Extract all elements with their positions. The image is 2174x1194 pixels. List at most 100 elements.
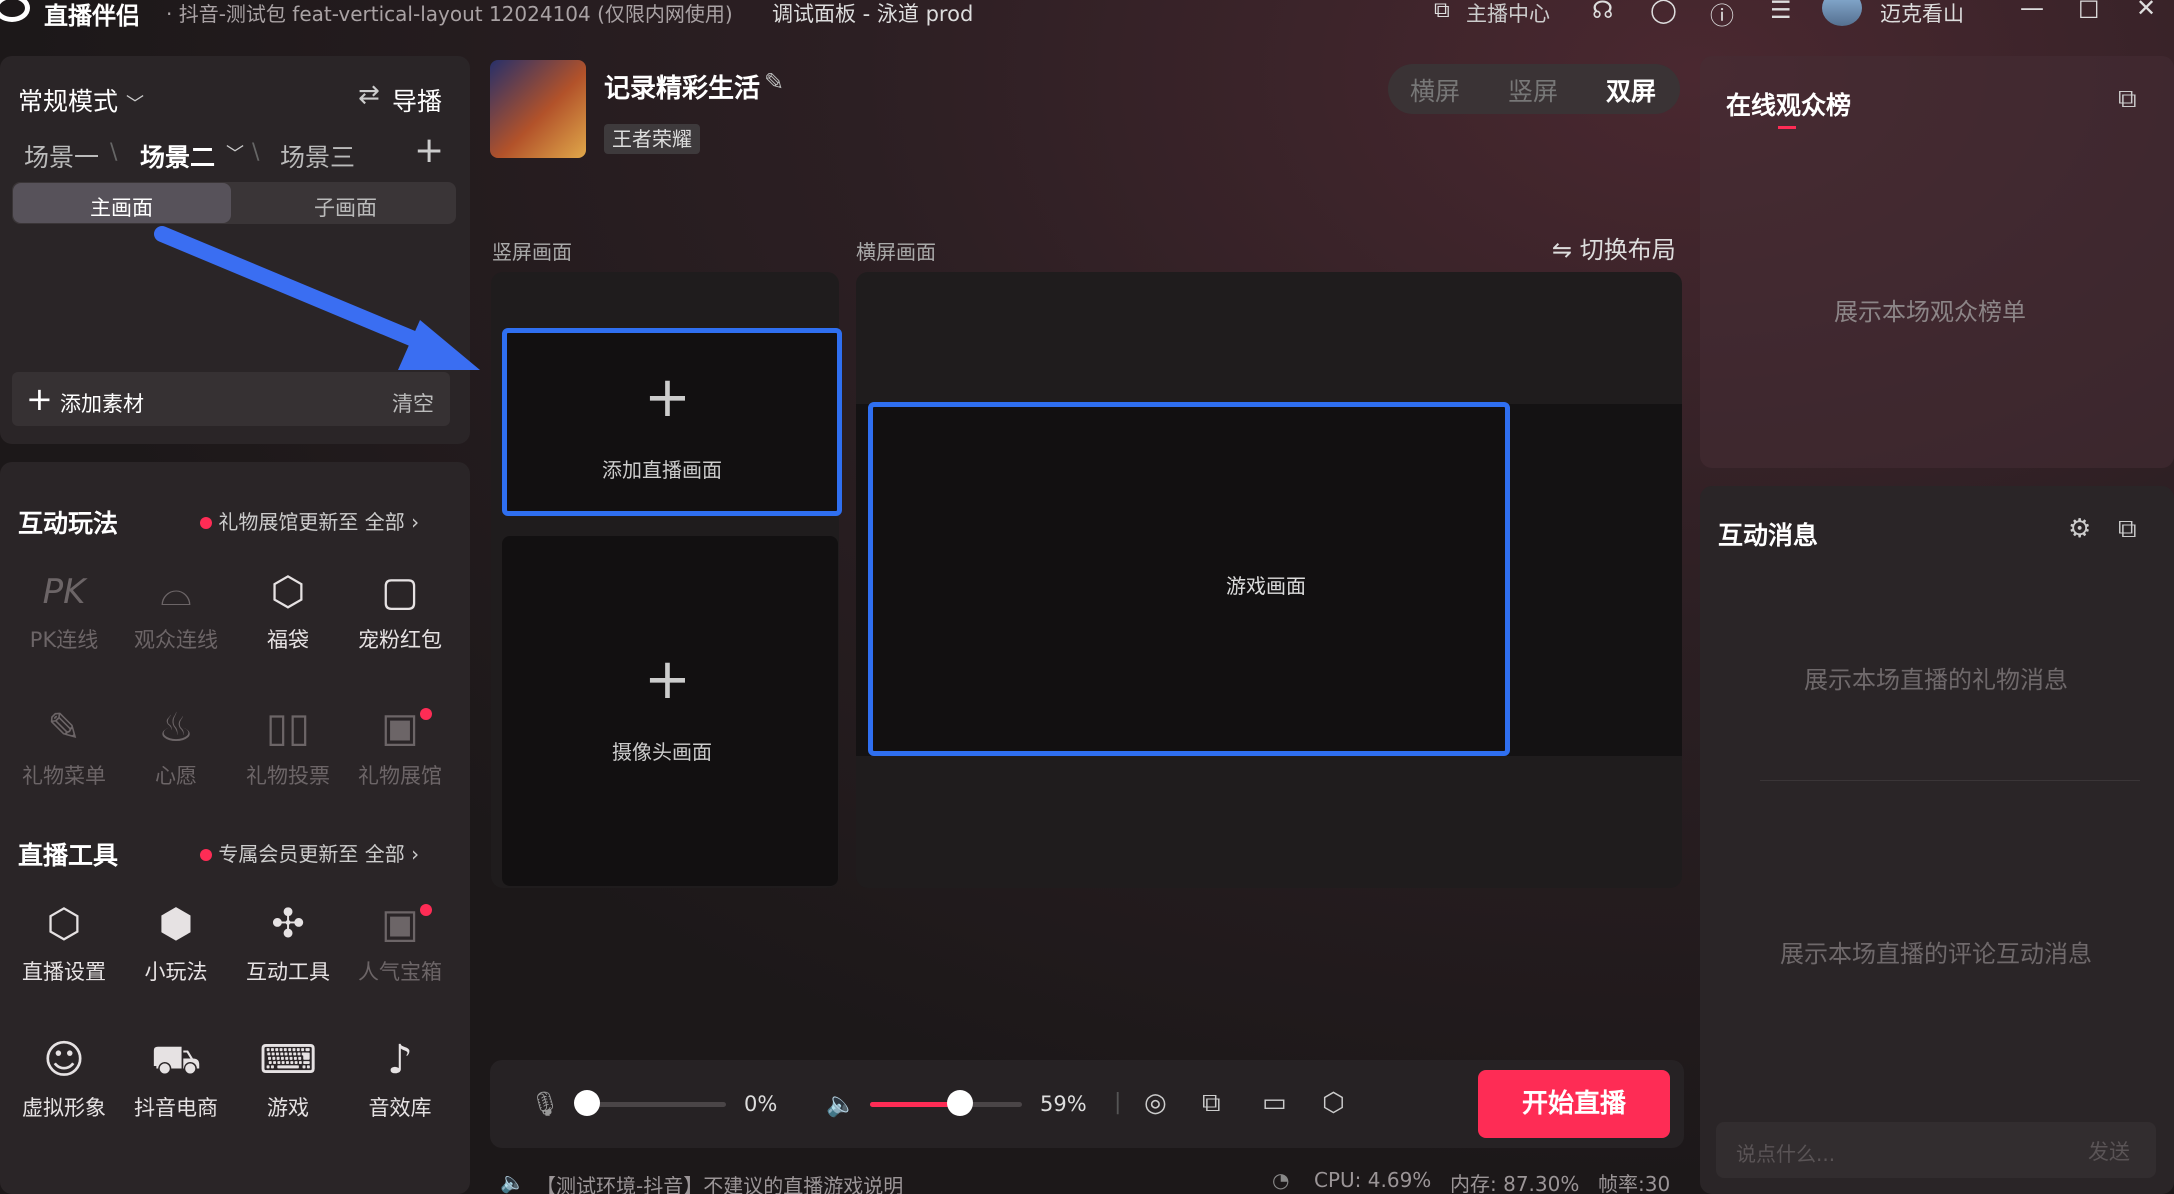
tab-landscape[interactable]: 横屏 [1410, 72, 1460, 108]
scene-chevron-icon[interactable]: ﹀ [226, 140, 244, 166]
tool-live-settings[interactable]: ⬡ 直播设置 [14, 900, 114, 986]
speaker-volume-value: 59% [1040, 1092, 1087, 1116]
gamepad-icon: ⌨ [259, 1037, 317, 1083]
send-button[interactable]: 发送 [2088, 1136, 2130, 1166]
start-live-button[interactable]: 开始直播 [1478, 1070, 1670, 1138]
tool-label: 福袋 [267, 628, 309, 652]
headset-icon[interactable]: ☊ [1592, 0, 1613, 24]
speaker-volume-knob[interactable] [946, 1090, 973, 1116]
horizontal-label: 横屏画面 [856, 240, 936, 264]
cpu-usage: CPU: 4.69% [1314, 1168, 1432, 1192]
gift-gallery-icon: ▣ [381, 705, 419, 751]
tool-red-packet[interactable]: ▢ 宠粉红包 [350, 568, 450, 654]
game-screen-slot[interactable] [868, 402, 1510, 756]
tool-ecommerce[interactable]: ⛟ 抖音电商 [126, 1036, 226, 1122]
add-material-button[interactable]: 添加素材 [60, 388, 144, 418]
tool-lucky-bag[interactable]: ⬡ 福袋 [238, 568, 338, 654]
tool-gift-menu[interactable]: ✎ 礼物菜单 [14, 704, 114, 790]
director-button[interactable]: 导播 [392, 82, 442, 118]
screen-cast-icon[interactable]: ⧉ [1202, 1088, 1221, 1119]
scene-tab-3[interactable]: 场景三 [280, 138, 355, 174]
tool-pk[interactable]: PK PK连线 [14, 568, 114, 654]
title-bar: 直播伴侣 · 抖音-测试包 feat-vertical-layout 12024… [0, 0, 2174, 31]
tool-label: PK连线 [29, 628, 99, 652]
camera-screen-label: 摄像头画面 [612, 740, 712, 764]
avatar-icon: ☺ [43, 1037, 85, 1083]
stream-title[interactable]: 记录精彩生活 [604, 68, 760, 105]
edit-title-icon[interactable]: ✎ [764, 68, 784, 96]
stream-cover-image[interactable] [490, 60, 586, 158]
interactive-all-link[interactable]: 全部 [365, 510, 405, 534]
close-icon[interactable]: ✕ [2136, 0, 2156, 22]
ranking-tab-indicator [1778, 126, 1796, 129]
tool-avatar[interactable]: ☺ 虚拟形象 [14, 1036, 114, 1122]
scene-separator: \ [110, 140, 118, 165]
tab-dual[interactable]: 双屏 [1606, 72, 1656, 108]
puzzle-icon: ✣ [271, 901, 305, 947]
mic-volume-value: 0% [744, 1092, 778, 1116]
beauty-icon[interactable]: ◎ [1144, 1088, 1167, 1118]
clear-button[interactable]: 清空 [392, 388, 434, 418]
status-note[interactable]: 【测试环境-抖音】不建议的直播游戏说明 [536, 1170, 903, 1194]
menu-icon[interactable]: ☰ [1770, 0, 1792, 24]
ranking-title: 在线观众榜 [1726, 91, 1852, 120]
mic-volume-knob[interactable] [574, 1090, 600, 1116]
tools-update[interactable]: 专属会员更新至 全部 › [200, 838, 419, 867]
tools-all-link[interactable]: 全部 [365, 842, 405, 866]
interactive-title: 互动玩法 [18, 509, 119, 538]
sound-library-icon: ♪ [387, 1037, 413, 1083]
popout-icon[interactable]: ⧉ [2118, 84, 2137, 115]
gift-placeholder: 展示本场直播的礼物消息 [1804, 666, 2068, 694]
debug-panel-link[interactable]: 调试面板 - 泳道 prod [772, 0, 973, 28]
scene-tab-2[interactable]: 场景二 [140, 138, 215, 174]
tool-mini-game[interactable]: ⬢ 小玩法 [126, 900, 226, 986]
chat-icon[interactable]: ◯ [1650, 0, 1677, 24]
tool-label: 抖音电商 [134, 1096, 218, 1120]
tool-gift-gallery[interactable]: ▣ 礼物展馆 [350, 704, 450, 790]
scene-tab-1[interactable]: 场景一 [24, 138, 99, 174]
popout-icon[interactable]: ⧉ [2118, 514, 2137, 545]
interaction-messages-panel [1700, 486, 2174, 1194]
minimize-icon[interactable]: — [2020, 0, 2044, 22]
tab-main-screen[interactable]: 主画面 [90, 192, 153, 222]
tool-game[interactable]: ⌨ 游戏 [238, 1036, 338, 1122]
host-center-icon[interactable]: ⧉ [1434, 0, 1450, 23]
scene-separator: \ [252, 140, 260, 165]
maximize-icon[interactable]: ☐ [2078, 0, 2100, 24]
add-scene-icon[interactable]: + [414, 130, 444, 171]
tool-interactive[interactable]: ✣ 互动工具 [238, 900, 338, 986]
tab-sub-screen[interactable]: 子画面 [314, 192, 377, 222]
director-icon[interactable]: ⇄ [358, 80, 380, 110]
interactive-update[interactable]: 礼物展馆更新至 全部 › [200, 506, 419, 535]
switch-icon: ⇋ [1552, 236, 1573, 264]
add-material-icon[interactable]: + [26, 380, 53, 418]
host-center-link[interactable]: 主播中心 [1466, 0, 1550, 28]
tool-audience-link[interactable]: ⌓ 观众连线 [126, 568, 226, 654]
tool-sound-library[interactable]: ♪ 音效库 [350, 1036, 450, 1122]
speaker-icon[interactable]: 🔈 [826, 1090, 856, 1118]
switch-layout-button[interactable]: ⇋ 切换布局 [1552, 230, 1676, 265]
fps: 帧率:30 [1598, 1172, 1671, 1194]
username[interactable]: 迈克看山 [1880, 0, 1964, 28]
settings-icon[interactable]: ⬡ [1322, 1088, 1345, 1118]
tool-label: 观众连线 [134, 628, 218, 652]
camera-icon[interactable]: ▭ [1262, 1088, 1287, 1118]
red-packet-icon: ▢ [381, 569, 419, 615]
tool-label: 虚拟形象 [22, 1096, 106, 1120]
category-chip[interactable]: 王者荣耀 [604, 124, 700, 154]
mic-muted-icon[interactable]: 🎙 [530, 1090, 560, 1118]
treasure-box-icon: ▣ [381, 901, 419, 947]
avatar[interactable] [1822, 0, 1862, 26]
help-icon[interactable]: ⓘ [1710, 0, 1734, 31]
tool-label: 音效库 [368, 1096, 432, 1120]
message-settings-icon[interactable]: ⚙ [2068, 514, 2091, 544]
performance-icon: ◔ [1272, 1168, 1290, 1192]
mode-select[interactable]: 常规模式 ﹀ [18, 82, 144, 118]
mini-game-icon: ⬢ [158, 901, 194, 947]
tab-portrait[interactable]: 竖屏 [1508, 72, 1558, 108]
tool-wish[interactable]: ♨ 心愿 [126, 704, 226, 790]
tool-treasure-box[interactable]: ▣ 人气宝箱 [350, 900, 450, 986]
tool-gift-vote[interactable]: ▯▯ 礼物投票 [238, 704, 338, 790]
gift-menu-icon: ✎ [47, 705, 81, 751]
tools-update-text: 专属会员更新至 [218, 842, 359, 866]
